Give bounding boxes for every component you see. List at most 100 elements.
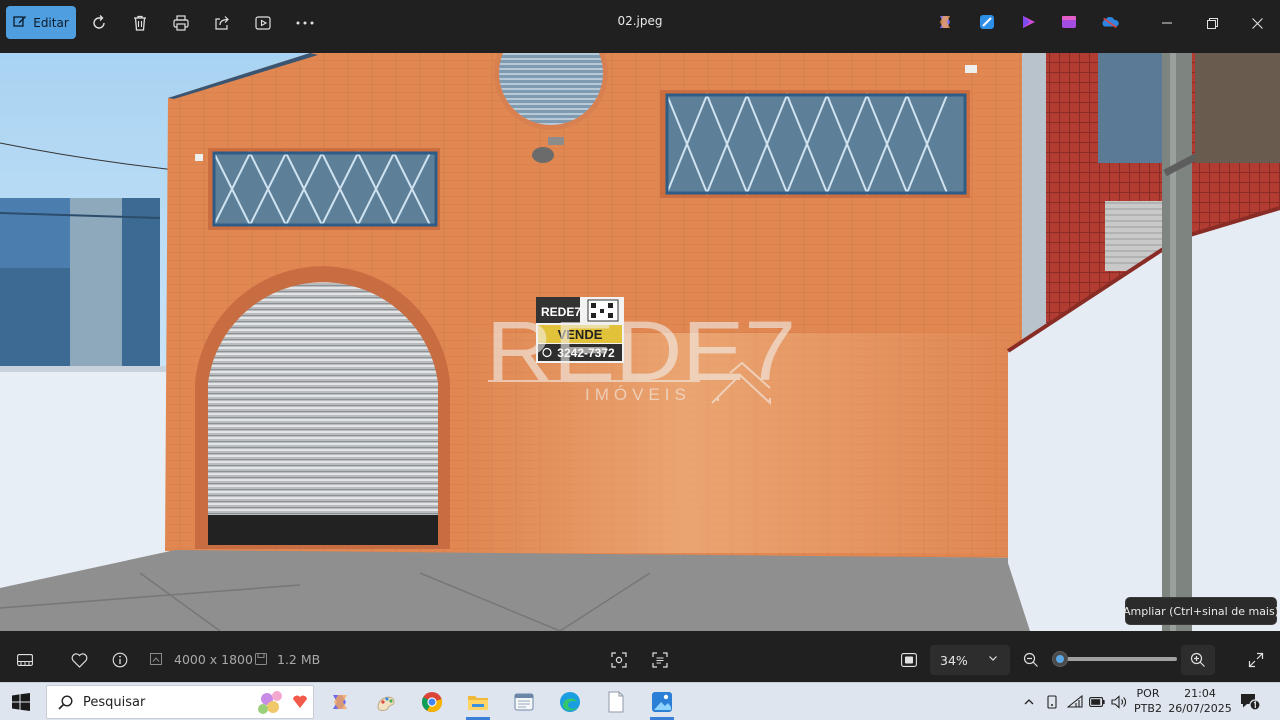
bottom-bar: 4000 x 1800 1.2 MB 34%: [0, 637, 1280, 682]
image-viewport[interactable]: REDE7 VENDE 3242-7372 REDE7 IMÓVEIS: [0, 53, 1280, 631]
edge-app[interactable]: [555, 687, 585, 717]
battery-status[interactable]: [1088, 693, 1106, 711]
print-button[interactable]: [166, 8, 196, 38]
minimize-icon: [1162, 22, 1172, 24]
clipchamp-icon: [1023, 16, 1035, 28]
notifications-button[interactable]: [1240, 693, 1261, 711]
chevron-up-icon: [1024, 699, 1034, 705]
image-dimensions-icon: [148, 651, 164, 667]
fit-screen-icon: [901, 653, 917, 667]
chevron-down-icon: [989, 656, 997, 661]
paint-app[interactable]: [371, 687, 401, 717]
keyboard-layout: PTB2: [1134, 702, 1162, 715]
search-icon: [58, 695, 73, 710]
zoom-out-icon: [1023, 652, 1038, 667]
expand-icon: [1248, 652, 1264, 668]
zoom-dropdown[interactable]: 34%: [930, 645, 1010, 675]
notepad-app[interactable]: [509, 687, 539, 717]
filmstrip-button[interactable]: [14, 649, 36, 671]
close-icon: [1251, 17, 1263, 29]
zoom-in-button[interactable]: [1181, 645, 1215, 675]
zoom-slider-thumb[interactable]: [1052, 651, 1068, 667]
input-language[interactable]: POR PTB2: [1134, 686, 1162, 716]
copilot-app[interactable]: [325, 687, 355, 717]
tray-device-icon[interactable]: [1043, 693, 1061, 711]
folder-icon: [468, 696, 488, 710]
fit-to-window-button[interactable]: [898, 649, 920, 671]
title-bar: Editar 02.jpeg: [0, 0, 1280, 46]
image-dimensions: 4000 x 1800: [174, 652, 253, 667]
onedrive-button[interactable]: [1100, 12, 1120, 32]
paint-icon: [377, 696, 395, 711]
wifi-status[interactable]: [1066, 693, 1084, 711]
windows-icon: [12, 693, 30, 711]
minimize-button[interactable]: [1147, 8, 1187, 38]
visual-search-button[interactable]: [608, 649, 630, 671]
clock-time: 21:04: [1184, 687, 1216, 700]
file-size: 1.2 MB: [277, 652, 321, 667]
clock-date: 26/07/2025: [1168, 702, 1232, 715]
share-icon: [215, 16, 229, 30]
clipchamp-video-icon: [1062, 16, 1076, 28]
edit-button[interactable]: Editar: [6, 6, 76, 39]
rotate-icon: [93, 15, 105, 29]
delete-icon: [134, 15, 146, 31]
clipchamp-button[interactable]: [1019, 12, 1039, 32]
visual-search-icon: [611, 652, 627, 668]
edit-label: Editar: [33, 15, 69, 30]
file-app[interactable]: [601, 687, 631, 717]
battery-icon: [1089, 697, 1105, 707]
copilot-icon: [333, 695, 347, 709]
watermark-sub: IMÓVEIS: [585, 385, 691, 404]
language-code: POR: [1136, 687, 1160, 700]
scan-text-icon: [652, 652, 668, 668]
edge-icon: [560, 692, 580, 712]
show-hidden-icons-button[interactable]: [1020, 693, 1038, 711]
watermark: REDE7 IMÓVEIS: [486, 304, 796, 406]
search-placeholder: Pesquisar: [83, 695, 146, 710]
copilot-button[interactable]: [935, 12, 955, 32]
designer-button[interactable]: [977, 12, 997, 32]
file-info-button[interactable]: [109, 649, 131, 671]
file-size-icon: [253, 651, 269, 667]
photos-app-window: Editar 02.jpeg REDE7 VENDE 3242-7372 RED…: [0, 0, 1280, 682]
video-editor-button[interactable]: [1059, 12, 1079, 32]
photos-app[interactable]: [647, 687, 677, 720]
filmstrip-icon: [17, 654, 33, 666]
volume-control[interactable]: [1110, 693, 1128, 711]
zoom-out-button[interactable]: [1020, 649, 1042, 671]
slideshow-button[interactable]: [248, 8, 278, 38]
zoom-in-tooltip: Ampliar (Ctrl+sinal de mais): [1123, 597, 1279, 625]
info-icon: [112, 652, 128, 668]
rotate-button[interactable]: [84, 8, 114, 38]
copilot-icon: [940, 16, 950, 28]
notification-icon: [1241, 694, 1261, 711]
fullscreen-button[interactable]: [1245, 649, 1267, 671]
taskbar: Pesquisar POR PTB2 21:04 26/07/2025: [0, 682, 1280, 720]
document-icon: [608, 691, 624, 713]
zoom-value: 34%: [940, 652, 968, 668]
edit-icon: [13, 14, 27, 31]
start-button[interactable]: [12, 693, 30, 711]
wifi-icon: [1067, 695, 1083, 708]
search-highlight-icon: [258, 691, 307, 714]
taskbar-search[interactable]: Pesquisar: [46, 685, 314, 719]
more-icon: [296, 21, 314, 25]
file-explorer-app[interactable]: [463, 687, 493, 720]
share-button[interactable]: [207, 8, 237, 38]
chrome-app[interactable]: [417, 687, 447, 717]
text-scan-button[interactable]: [649, 649, 671, 671]
zoom-in-icon: [1190, 652, 1205, 667]
clock[interactable]: 21:04 26/07/2025: [1168, 686, 1232, 716]
more-options-button[interactable]: [290, 8, 320, 38]
speaker-icon: [1111, 695, 1126, 709]
window-app-icon: [514, 693, 534, 711]
chrome-icon: [421, 692, 443, 713]
heart-icon: [71, 652, 87, 668]
favorite-button[interactable]: [68, 649, 90, 671]
designer-icon: [980, 15, 994, 29]
close-button[interactable]: [1237, 8, 1277, 38]
restore-button[interactable]: [1192, 8, 1232, 38]
zoom-slider[interactable]: [1052, 651, 1177, 667]
delete-button[interactable]: [125, 8, 155, 38]
